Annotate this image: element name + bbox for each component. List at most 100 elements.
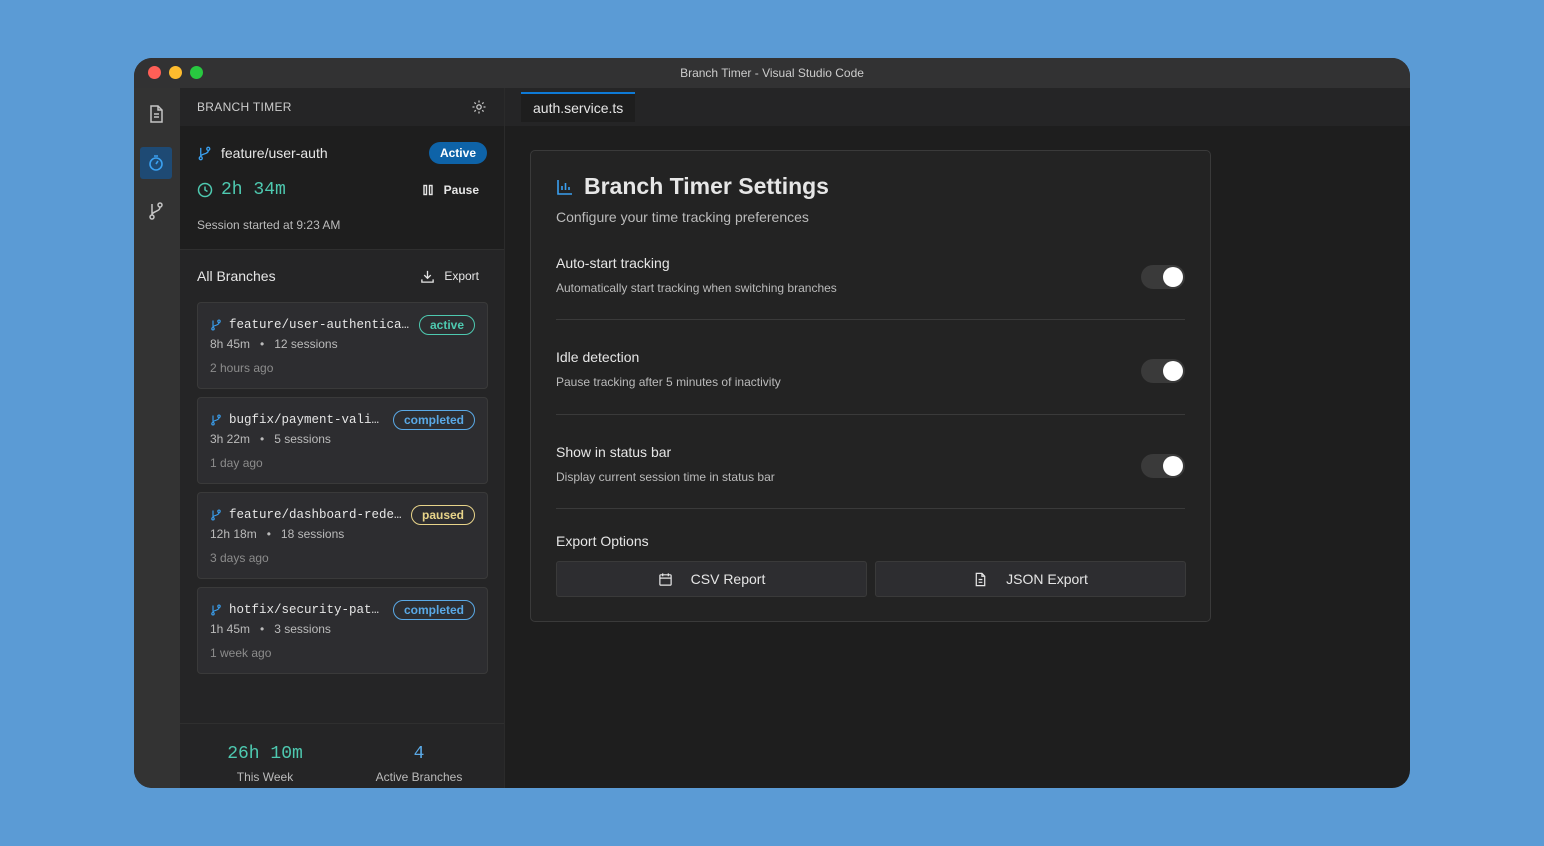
branch-sessions: 12 sessions [274,337,338,351]
setting-title: Idle detection [556,349,640,365]
meta-separator: • [260,337,265,351]
document-icon [975,572,986,586]
sidebar-title: BRANCH TIMER [197,100,292,114]
week-total-stat: 26h 10m This Week [195,744,335,784]
status-badge: Active [428,142,487,164]
title-bar: Branch Timer - Visual Studio Code [134,58,1410,88]
json-export-button[interactable]: JSON Export [875,561,1186,597]
branch-last-active: 1 day ago [210,456,263,470]
branch-timer-button[interactable] [140,147,172,179]
divider [556,508,1185,509]
branch-card[interactable]: feature/user-authentication active 8h 45m •… [197,302,488,389]
auto-start-toggle[interactable] [1141,265,1185,289]
export-options-title: Export Options [556,533,649,549]
divider [556,414,1185,415]
branch-time: 3h 22m [210,432,251,446]
all-branches-title: All Branches [197,268,276,284]
source-control-button[interactable] [140,195,172,227]
source-control-icon [149,202,163,220]
branch-name-text: bugfix/payment-validation [229,413,385,427]
branch-icon [211,509,221,521]
branch-sessions: 5 sessions [274,432,331,446]
branch-name-text: feature/dashboard-redesign [229,508,403,522]
vscode-window: Branch Timer - Visual Studio Code BRANCH… [134,58,1410,788]
all-branches-header: All Branches Export [197,268,479,284]
weekly-summary: 26h 10m This Week 4 Active Branches [180,723,504,788]
branch-card[interactable]: feature/dashboard-redesign paused 12h 18m •… [197,492,488,579]
calendar-icon [658,572,672,586]
clock-icon [197,182,213,198]
pause-label: Pause [443,183,479,197]
current-branch-name: feature/user-auth [221,145,328,161]
branch-card[interactable]: hotfix/security-patch completed 1h 45m • 3 s… [197,587,488,674]
setting-description: Display current session time in status b… [556,470,775,484]
branch-name-text: feature/user-authentication [229,318,411,332]
setting-description: Automatically start tracking when switch… [556,281,837,295]
timer-icon [149,155,163,171]
gear-icon[interactable] [471,99,487,115]
branch-status-badge: active [418,315,475,335]
idle-detection-toggle[interactable] [1141,359,1185,383]
setting-title: Auto-start tracking [556,255,670,271]
week-total-value: 26h 10m [227,744,303,764]
branch-icon [211,414,221,426]
meta-separator: • [266,527,271,541]
download-icon [421,270,435,283]
active-branches-stat: 4 Active Branches [349,744,489,784]
toggle-knob [1163,361,1183,381]
divider [556,319,1185,320]
explorer-button[interactable] [140,98,172,130]
meta-separator: • [260,622,265,636]
branch-sessions: 3 sessions [274,622,331,636]
week-total-label: This Week [236,770,294,784]
branch-last-active: 3 days ago [210,551,269,565]
branch-card[interactable]: bugfix/payment-validation completed 3h 22m… [197,397,488,484]
files-icon [150,105,163,123]
sidebar-header: BRANCH TIMER [180,88,504,126]
branch-icon [211,604,221,616]
branch-meta: 12h 18m • 18 sessions [210,527,344,541]
tab-auth-service[interactable]: auth.service.ts [521,92,636,122]
csv-report-label: CSV Report [690,571,766,587]
active-branches-value: 4 [413,744,425,764]
branch-time: 1h 45m [210,622,251,636]
session-started: Session started at 9:23 AM [197,218,341,232]
branch-name: feature/dashboard-redesign [210,508,403,522]
branch-last-active: 2 hours ago [210,361,274,375]
branch-meta: 3h 22m • 5 sessions [210,432,331,446]
branch-status-badge: completed [392,600,475,620]
branch-name: feature/user-authentication [210,318,411,332]
setting-description: Pause tracking after 5 minutes of inacti… [556,375,781,389]
branch-timer-sidebar: BRANCH TIMER feature/user-auth Active 2h… [180,88,505,788]
csv-report-button[interactable]: CSV Report [556,561,867,597]
branch-name: hotfix/security-patch [210,603,385,617]
branch-icon [211,319,221,331]
active-branches-label: Active Branches [375,770,463,784]
json-export-label: JSON Export [1006,571,1088,587]
setting-title: Show in status bar [556,444,672,460]
pause-icon [422,184,433,196]
setting-idle-detection: Idle detection Pause tracking after 5 mi… [556,349,1185,409]
chart-icon [557,179,572,195]
export-button[interactable]: Export [420,269,479,284]
activity-bar [134,88,180,788]
branch-meta: 8h 45m • 12 sessions [210,337,338,351]
settings-title-text: Branch Timer Settings [584,173,829,199]
branch-sessions: 18 sessions [280,527,345,541]
status-bar-toggle[interactable] [1141,454,1185,478]
settings-title: Branch Timer Settings [556,173,829,200]
pause-button[interactable]: Pause [422,183,479,197]
branch-time: 8h 45m [210,337,251,351]
elapsed-timer: 2h 34m [197,180,286,200]
settings-panel: Branch Timer Settings Configure your tim… [530,150,1211,622]
toggle-knob [1163,456,1183,476]
branch-status-badge: paused [410,505,475,525]
meta-separator: • [260,432,265,446]
branch-name-text: hotfix/security-patch [229,603,385,617]
setting-auto-start: Auto-start tracking Automatically start … [556,255,1185,315]
editor-tab-bar: auth.service.ts [505,88,1410,126]
current-branch: feature/user-auth [197,145,328,161]
branch-status-badge: completed [392,410,475,430]
export-label: Export [444,269,479,283]
elapsed-time: 2h 34m [221,180,286,200]
